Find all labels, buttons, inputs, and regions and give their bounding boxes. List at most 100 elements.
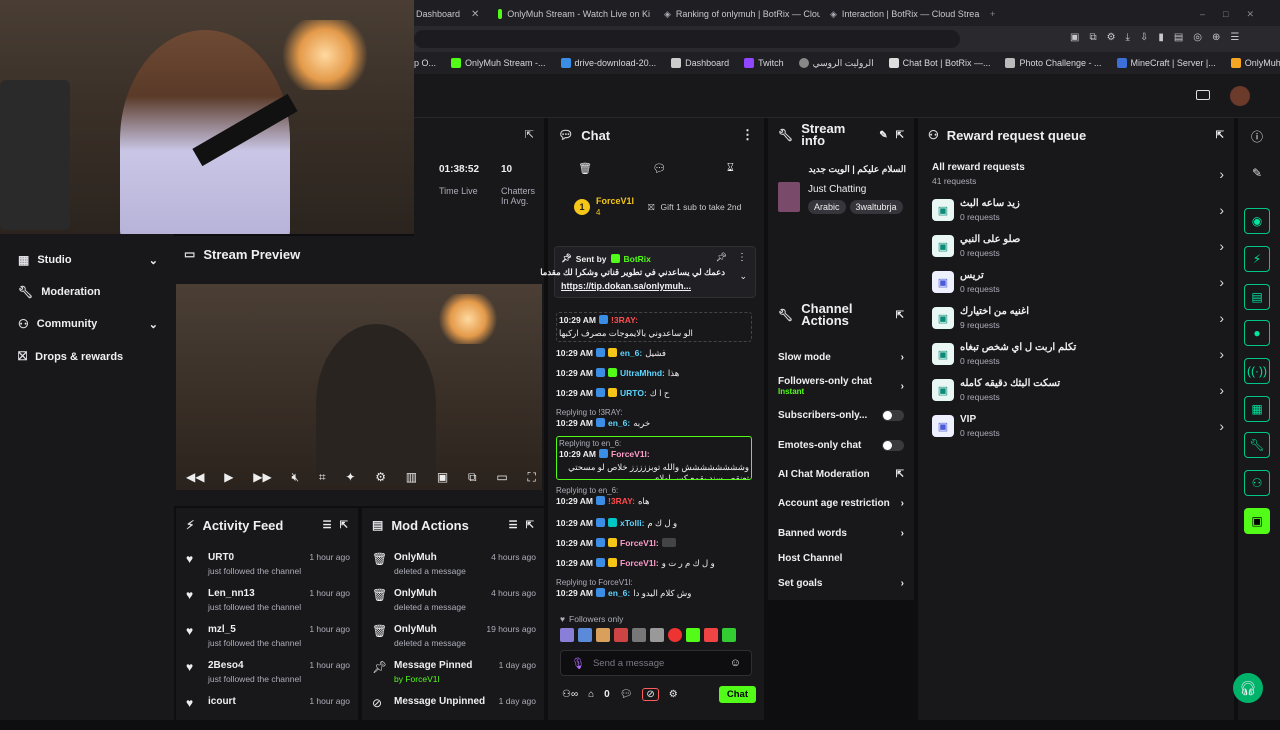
host-channel-item[interactable]: Host Channel — [778, 553, 904, 564]
broadcast-icon[interactable]: ((·)) — [1244, 358, 1270, 384]
tag[interactable]: 3waltubrja — [849, 200, 903, 214]
emote-icon[interactable] — [596, 628, 610, 642]
bubble-icon[interactable]: 💬︎ — [653, 162, 667, 175]
popout-icon[interactable]: ⇱ — [340, 520, 348, 531]
reward-item[interactable]: ▣ تريس 0 requests › — [932, 268, 1224, 300]
subscribers-only-toggle[interactable] — [882, 410, 904, 421]
emoji-icon[interactable]: ☺ — [730, 657, 741, 669]
ai-moderation-item[interactable]: AI Chat Moderation ⇱ — [778, 469, 904, 480]
theatre-icon[interactable]: ▣ — [437, 470, 448, 485]
hourglass-icon[interactable]: ⌛︎ — [727, 162, 734, 175]
reward-item[interactable]: ▣ VIP 0 requests › — [932, 412, 1224, 444]
chat-input[interactable]: 🎙︎ Send a message ☺ — [560, 650, 752, 676]
reward-item[interactable]: ▣ اغنيه من اختيارك 9 requests › — [932, 304, 1224, 336]
set-goals-item[interactable]: Set goals › — [778, 578, 904, 589]
window-controls[interactable]: – □ ✕ — [1200, 4, 1270, 24]
tag[interactable]: Arabic — [808, 200, 846, 214]
moderator-name[interactable]: OnlyMuh — [394, 552, 437, 563]
settings-icon[interactable]: ⚙ — [669, 689, 678, 700]
microphone-icon[interactable]: 🎙︎ — [571, 657, 585, 670]
reward-item[interactable]: ▣ صلو على النبي 0 requests › — [932, 232, 1224, 264]
emote-icon[interactable] — [578, 628, 592, 642]
chat-message[interactable]: Replying to en_6: 10:29 AM !3RAY: هاه — [556, 486, 752, 507]
bookmark[interactable]: drive-download-20... — [560, 58, 656, 68]
chat-message[interactable]: 10:29 AM URTO: ح ا ك — [556, 388, 752, 399]
clip-icon[interactable]: ⌗ — [319, 470, 326, 485]
user-name[interactable]: icourt — [208, 696, 236, 707]
emotes-only-item[interactable]: Emotes-only chat — [778, 440, 904, 451]
window-icon[interactable]: ▭ — [496, 470, 507, 485]
info-icon[interactable]: ⓘ — [1244, 123, 1270, 149]
popout-icon[interactable]: ⇱ — [896, 130, 904, 141]
bubble-icon[interactable]: 💬︎ — [620, 689, 633, 700]
chat-message[interactable]: 10:29 AM ForceV1l: و ل ك م ر ت و — [556, 558, 752, 569]
user-name[interactable]: 2Beso4 — [208, 660, 244, 671]
chevron-down-icon[interactable]: ⌄ — [739, 271, 747, 282]
sidebar-item-drops[interactable]: ⛝ Drops & rewards — [18, 349, 123, 364]
pencil-icon[interactable]: ✎ — [1244, 160, 1270, 186]
emote-bar[interactable] — [560, 628, 750, 644]
bolt-icon[interactable]: ⚡︎ — [1244, 246, 1270, 272]
user-name[interactable]: URT0 — [208, 552, 234, 563]
more-icon[interactable]: ⋮ — [737, 252, 747, 263]
emote-icon[interactable] — [560, 628, 574, 642]
chat-message[interactable]: 10:29 AM UltraMhnd: هذا — [556, 368, 752, 379]
chat-username[interactable]: xTolli: — [620, 518, 644, 528]
sparkle-icon[interactable]: ✦ — [345, 470, 355, 485]
chat-message[interactable]: 10:29 AM !3RAY: الو ساعدوني بالايموجات مصر… — [556, 312, 752, 342]
popout-icon[interactable]: ⇱ — [526, 520, 534, 531]
chat-username[interactable]: UltraMhnd: — [620, 368, 665, 378]
app-icon[interactable]: ▣ — [1244, 508, 1270, 534]
slow-mode-item[interactable]: Slow mode › — [778, 352, 904, 363]
popout-icon[interactable]: ⇱ — [525, 128, 534, 141]
more-icon[interactable]: ⋮ — [741, 127, 754, 143]
browser-toolbar-icons[interactable]: ▣⧉⚙⤓⇩▮▤◎⊕☰ — [1070, 32, 1249, 43]
emote-icon[interactable] — [650, 628, 664, 642]
creator-icon[interactable] — [1196, 90, 1210, 100]
play-icon[interactable]: ▶ — [224, 470, 233, 485]
chat-username[interactable]: !3RAY: — [608, 496, 635, 507]
unpin-icon[interactable]: 📌︎ — [716, 252, 727, 263]
pip-icon[interactable]: ⧉ — [468, 470, 477, 485]
user-name[interactable]: Len_nn13 — [208, 588, 255, 599]
category-name[interactable]: Just Chatting — [808, 184, 866, 195]
subscribers-only-item[interactable]: Subscribers-only... — [778, 410, 904, 421]
bookmark[interactable]: MineCraft | Server |... — [1116, 58, 1216, 68]
close-window-icon[interactable]: ✕ — [1246, 9, 1254, 20]
bookmark[interactable]: Chat Bot | BotRix —... — [888, 58, 990, 68]
sidebar-item-studio[interactable]: ▦ Studio ⌄ — [18, 253, 158, 267]
document-icon[interactable]: ▦ — [1244, 396, 1270, 422]
chat-message[interactable]: Replying to ForceV1l: 10:29 AM en_6: وش كلا… — [556, 578, 752, 599]
forward-icon[interactable]: ▶▶ — [253, 470, 271, 485]
reply-context[interactable]: Replying to en_6: — [559, 439, 621, 448]
account-age-item[interactable]: Account age restriction › — [778, 498, 904, 509]
chat-username[interactable]: URTO: — [620, 388, 647, 398]
sidebar-item-moderation[interactable]: 🔧︎ Moderation — [18, 285, 101, 299]
all-rewards-item[interactable]: All reward requests 41 requests › — [932, 160, 1224, 192]
video-player[interactable]: ◀◀ ▶ ▶▶ 🔇︎ ⌗ ✦ ⚙ ▥ ▣ ⧉ ▭ ⛶ — [176, 284, 542, 490]
maximize-icon[interactable]: □ — [1223, 9, 1228, 19]
popout-icon[interactable]: ⇱ — [896, 310, 904, 321]
chat-username[interactable]: ForceV1l: — [620, 538, 659, 548]
browser-tab[interactable]: ◈ Interaction | BotRix — Cloud Strea — [830, 4, 980, 24]
chat-username[interactable]: en_6: — [608, 418, 630, 429]
send-chat-button[interactable]: Chat — [718, 685, 756, 703]
list-icon[interactable]: ▤ — [1244, 284, 1270, 310]
moderator-name[interactable]: OnlyMuh — [394, 624, 437, 635]
bookmark[interactable]: OnlyMuh verification — [1230, 58, 1280, 68]
chat-message[interactable]: 10:29 AM ForceV1l: — [556, 538, 752, 548]
chat-message[interactable]: Replying to !3RAY: 10:29 AM en_6: خربه — [556, 408, 752, 429]
rewind-icon[interactable]: ◀◀ — [186, 470, 204, 485]
bookmark[interactable]: الروليت الروسي — [798, 58, 874, 69]
emote-icon[interactable] — [614, 628, 628, 642]
chat-username[interactable]: en_6: — [620, 348, 642, 358]
reward-item[interactable]: ▣ زيد ساعه البث 0 requests › — [932, 196, 1224, 228]
store-icon[interactable]: ⌂ — [588, 689, 594, 700]
close-icon[interactable]: ✕ — [471, 9, 479, 20]
chat-message-highlighted[interactable]: Replying to en_6: 10:29 AM ForceV1l: وششششش… — [556, 436, 752, 480]
stats-icon[interactable]: ▥ — [406, 470, 417, 485]
pinned-link[interactable]: https://tip.dokan.sa/onlymuh... — [561, 281, 691, 291]
pinned-message[interactable]: 📌︎ Sent by BotRix 📌︎ ⋮ دعمك لي يساعدني في … — [540, 246, 756, 298]
people-icon[interactable]: ⚇ — [1244, 470, 1270, 496]
moderator-name[interactable]: OnlyMuh — [394, 588, 437, 599]
